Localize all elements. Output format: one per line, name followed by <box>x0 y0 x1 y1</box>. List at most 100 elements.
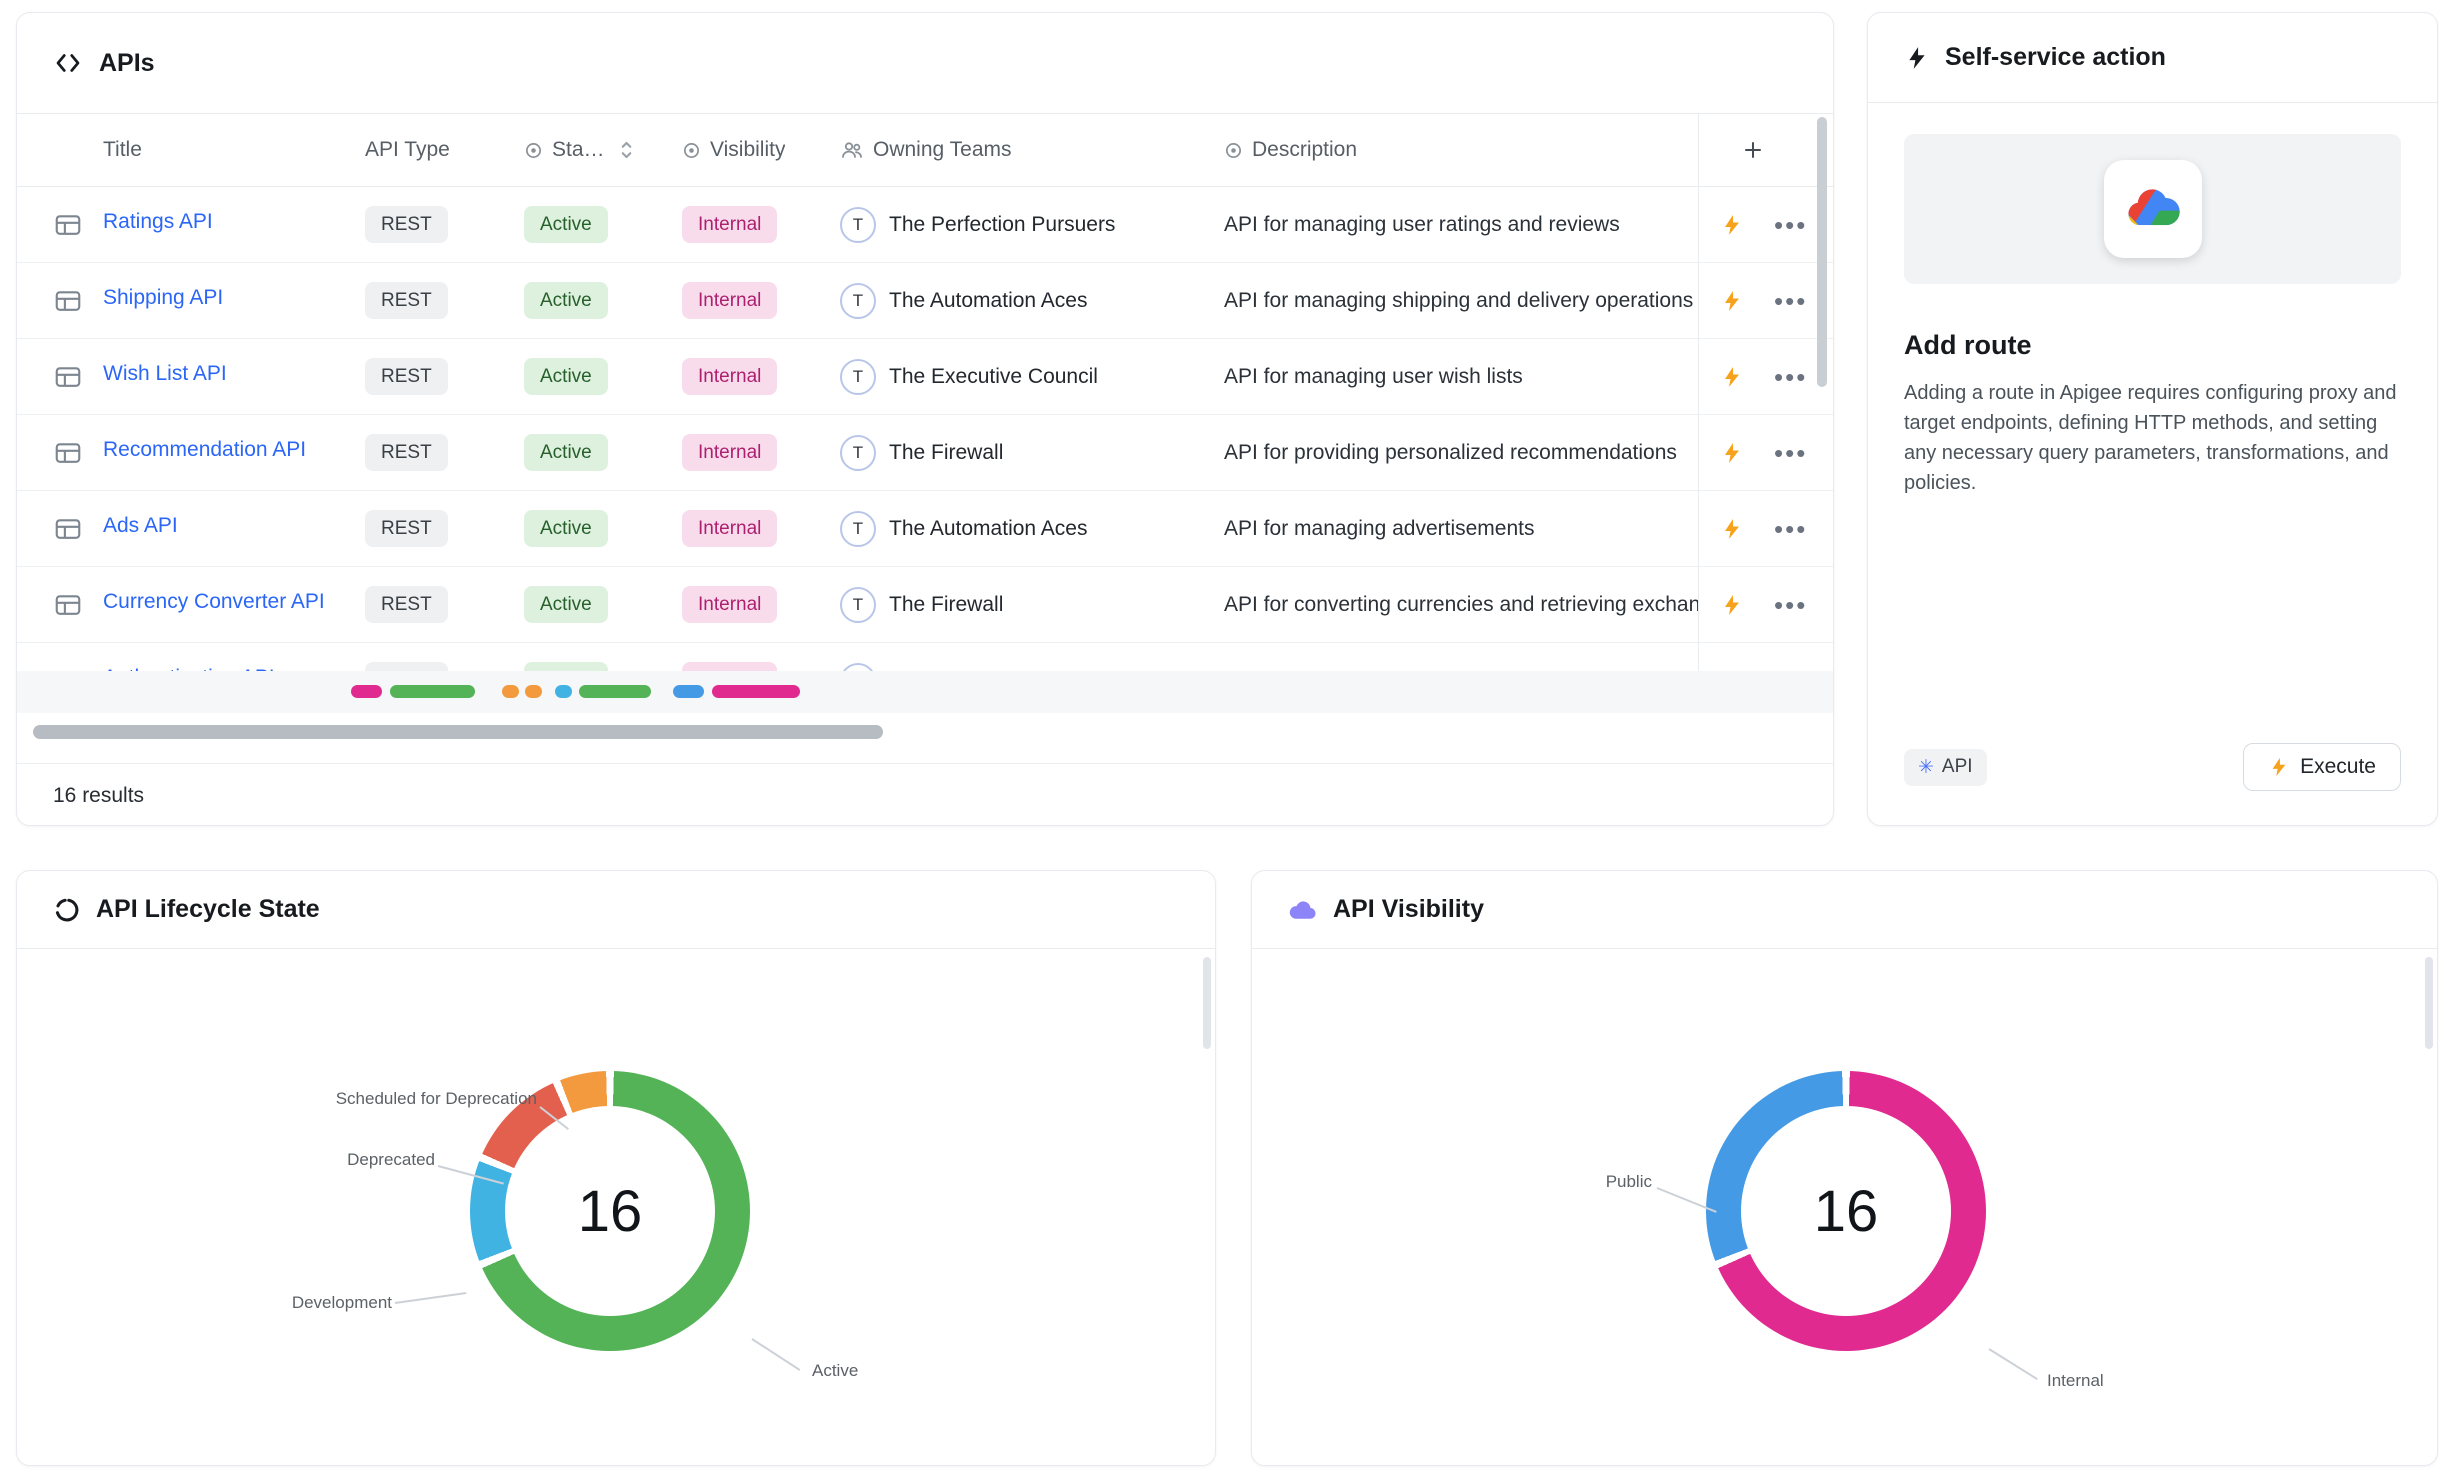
execute-bolt-icon <box>2268 756 2290 778</box>
summary-pill <box>555 685 572 698</box>
team-name: The Automation Aces <box>889 517 1087 541</box>
column-header-status[interactable]: Status <box>524 138 682 162</box>
segment-label-public: Public <box>1552 1172 1652 1192</box>
status-badge: Active <box>524 282 608 320</box>
column-header-title[interactable]: Title <box>103 138 365 162</box>
status-badge: Active <box>524 586 608 624</box>
run-action-bolt-icon[interactable] <box>1720 441 1744 465</box>
column-header-description[interactable]: Description <box>1224 138 1698 162</box>
owning-team: T The Automation Aces <box>840 283 1224 319</box>
run-action-bolt-icon[interactable] <box>1720 593 1744 617</box>
panel-scrollbar-thumb[interactable] <box>2425 957 2433 1049</box>
summary-pill <box>525 685 542 698</box>
table-row[interactable]: Ads API REST Active Internal T The Autom… <box>17 491 1833 567</box>
team-avatar: T <box>840 587 876 623</box>
table-row[interactable]: Wish List API REST Active Internal T The… <box>17 339 1833 415</box>
lifecycle-panel-header: API Lifecycle State <box>17 871 1215 949</box>
owning-team: T The Firewall <box>840 435 1224 471</box>
api-title-link[interactable]: Ratings API <box>103 210 213 234</box>
owning-team: T The Executive Council <box>840 359 1224 395</box>
table-row[interactable]: Recommendation API REST Active Internal … <box>17 415 1833 491</box>
row-more-button[interactable]: ••• <box>1774 220 1807 230</box>
vertical-scrollbar-thumb[interactable] <box>1817 117 1827 387</box>
table-row[interactable]: Shipping API REST Active Internal T The … <box>17 263 1833 339</box>
column-header-owning-teams[interactable]: Owning Teams <box>840 138 1224 162</box>
api-type-badge: REST <box>365 206 448 244</box>
horizontal-scrollbar[interactable] <box>33 725 1817 739</box>
team-avatar: T <box>840 359 876 395</box>
status-badge: Active <box>524 510 608 548</box>
team-avatar: T <box>840 663 876 672</box>
api-type-badge: REST <box>365 510 448 548</box>
api-type-badge: REST <box>365 358 448 396</box>
row-more-button[interactable]: ••• <box>1774 524 1807 534</box>
row-more-button[interactable]: ••• <box>1774 448 1807 458</box>
execute-button[interactable]: Execute <box>2243 743 2401 791</box>
lifecycle-chart-area: 16 Scheduled for Deprecation Deprecated … <box>17 949 1215 1465</box>
google-cloud-logo <box>2104 160 2202 258</box>
segment-label-deprecated: Deprecated <box>347 1150 435 1170</box>
owning-team: T The Firewall <box>840 587 1224 623</box>
api-description: API for managing user wish lists <box>1224 365 1698 389</box>
visibility-panel-header: API Visibility <box>1252 871 2437 949</box>
table-row[interactable]: Authentication API REST Active Internal … <box>17 643 1833 671</box>
api-title-link[interactable]: Recommendation API <box>103 438 306 462</box>
code-icon <box>53 48 83 78</box>
table-rows: Ratings API REST Active Internal T The P… <box>17 187 1833 671</box>
segment-label-development: Development <box>287 1293 392 1313</box>
visibility-badge: Internal <box>682 282 777 320</box>
summary-pill <box>579 685 651 698</box>
visibility-donut-chart[interactable]: 16 <box>1706 1071 1986 1351</box>
table-row[interactable]: Ratings API REST Active Internal T The P… <box>17 187 1833 263</box>
team-name: The Executive Council <box>889 365 1098 389</box>
visibility-badge: Internal <box>682 510 777 548</box>
lifecycle-donut-chart[interactable]: 16 <box>470 1071 750 1351</box>
horizontal-scrollbar-thumb[interactable] <box>33 725 883 739</box>
row-more-button[interactable]: ••• <box>1774 372 1807 382</box>
api-type-badge: REST <box>365 434 448 472</box>
leader-line <box>1988 1348 2037 1380</box>
owning-team: T The Perfection Pursuers <box>840 663 1224 672</box>
api-title-link[interactable]: Ads API <box>103 514 178 538</box>
action-panel-title: Self-service action <box>1945 43 2166 72</box>
api-title-link[interactable]: Wish List API <box>103 362 227 386</box>
status-badge: Active <box>524 662 608 671</box>
status-badge: Active <box>524 206 608 244</box>
action-description: Adding a route in Apigee requires config… <box>1904 378 2401 498</box>
api-type-badge: REST <box>365 662 448 671</box>
add-column-button[interactable] <box>1698 138 1807 162</box>
visibility-chart-area: 16 Public Internal <box>1252 949 2437 1465</box>
run-action-bolt-icon[interactable] <box>1720 289 1744 313</box>
run-action-bolt-icon[interactable] <box>1720 365 1744 389</box>
cloud-icon <box>1288 897 1318 923</box>
self-service-action-panel: Self-service action <box>1867 12 2438 826</box>
panel-scrollbar-thumb[interactable] <box>1203 957 1211 1049</box>
dashboard: APIs Title API Type Status <box>0 0 2454 1478</box>
visibility-badge: Internal <box>682 358 777 396</box>
api-title-link[interactable]: Currency Converter API <box>103 590 325 614</box>
api-type-badge: REST <box>365 282 448 320</box>
visibility-badge: Internal <box>682 586 777 624</box>
column-header-visibility[interactable]: Visibility <box>682 138 840 162</box>
leader-line <box>751 1338 800 1371</box>
api-description: API for managing advertisements <box>1224 517 1698 541</box>
summary-pill <box>351 685 382 698</box>
row-more-button[interactable]: ••• <box>1774 600 1807 610</box>
row-more-button[interactable]: ••• <box>1774 296 1807 306</box>
api-title-link[interactable]: Shipping API <box>103 286 223 310</box>
column-header-api-type[interactable]: API Type <box>365 138 524 162</box>
lifecycle-chart-panel: API Lifecycle State 16 Scheduled for Dep… <box>16 870 1216 1466</box>
run-action-bolt-icon[interactable] <box>1720 213 1744 237</box>
action-logo-card <box>1904 134 2401 284</box>
blueprint-icon: ✳ <box>1918 756 1934 779</box>
api-description: API for managing user ratings and review… <box>1224 213 1698 237</box>
bolt-icon <box>1904 45 1930 71</box>
sort-icon[interactable] <box>619 139 634 161</box>
apis-panel-title: APIs <box>99 49 155 78</box>
api-entity-icon <box>53 286 103 316</box>
run-action-bolt-icon[interactable] <box>1720 517 1744 541</box>
table-row[interactable]: Currency Converter API REST Active Inter… <box>17 567 1833 643</box>
property-circle-icon <box>524 141 543 160</box>
blueprint-chip[interactable]: ✳ API <box>1904 749 1987 786</box>
visibility-badge: Internal <box>682 662 777 671</box>
